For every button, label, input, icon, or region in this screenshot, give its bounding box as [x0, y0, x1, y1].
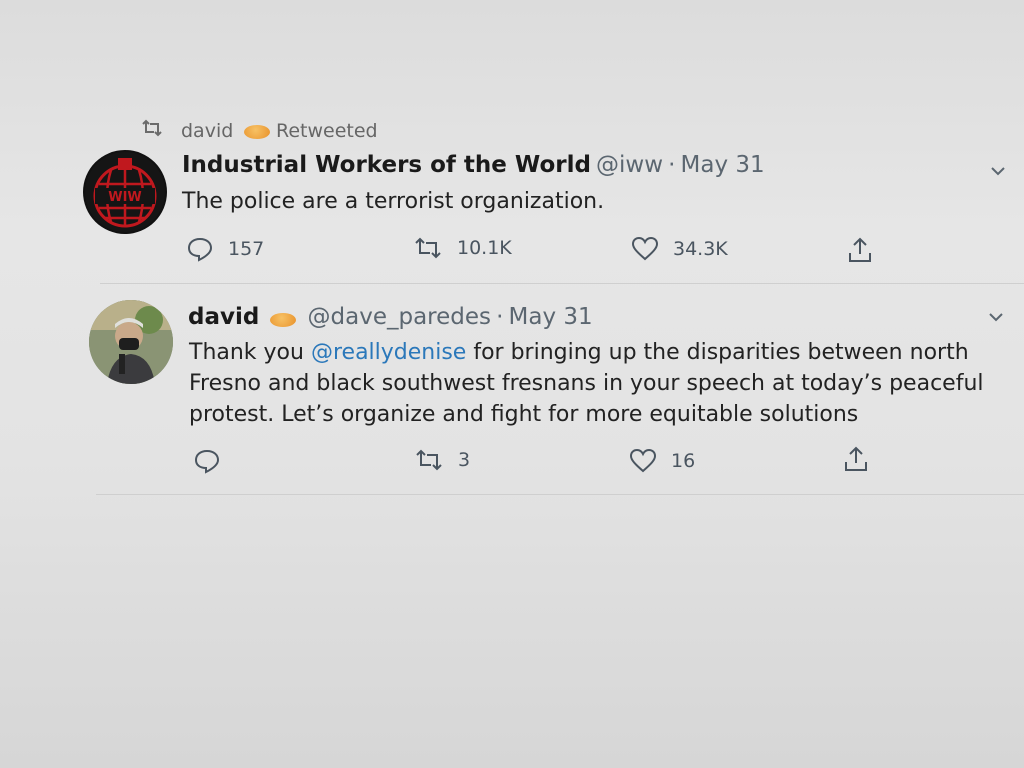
- heart-icon: [631, 236, 659, 261]
- reply-count: 157: [228, 238, 265, 260]
- svg-text:WIW: WIW: [108, 190, 142, 205]
- tweet-header: Industrial Workers of the World @iww · M…: [182, 152, 765, 178]
- chevron-down-icon[interactable]: [989, 312, 1003, 322]
- tweet-text: The police are a terrorist organization.: [182, 189, 605, 214]
- text-segment: for bringing up the disparities between …: [466, 340, 969, 365]
- heart-icon: [629, 448, 657, 473]
- share-button[interactable]: [842, 445, 870, 473]
- retweet-icon: [415, 237, 441, 259]
- author-name[interactable]: Industrial Workers of the World: [182, 152, 591, 178]
- tweet-date[interactable]: May 31: [681, 152, 765, 178]
- reply-button[interactable]: 157: [186, 236, 264, 262]
- retweet-button[interactable]: 10.1K: [413, 236, 512, 260]
- tweet-text: Thank you @reallydenise for bringing up …: [189, 337, 984, 430]
- retweeted-label: Retweeted: [276, 120, 378, 142]
- mention-link[interactable]: @reallydenise: [311, 340, 466, 365]
- like-count: 34.3K: [673, 238, 728, 260]
- chevron-down-icon[interactable]: [991, 166, 1005, 176]
- emoji-badge-icon: [244, 125, 270, 139]
- reply-icon: [187, 237, 213, 262]
- share-button[interactable]: [846, 236, 874, 264]
- separator-dot: ·: [496, 304, 504, 330]
- retweet-icon: [416, 449, 442, 471]
- retweet-count: 10.1K: [457, 237, 512, 259]
- share-icon: [849, 237, 871, 262]
- reply-icon: [194, 449, 220, 474]
- text-segment: Thank you: [189, 340, 311, 365]
- like-count: 16: [671, 450, 696, 472]
- retweet-count: 3: [458, 449, 471, 471]
- text-line: protest. Let’s organize and fight for mo…: [189, 402, 859, 427]
- separator-dot: ·: [668, 152, 676, 178]
- david-avatar[interactable]: [89, 300, 173, 384]
- author-handle[interactable]: @dave_paredes: [308, 304, 491, 330]
- like-button[interactable]: 16: [629, 448, 695, 474]
- reply-button[interactable]: [193, 448, 235, 474]
- emoji-badge-icon: [270, 312, 297, 327]
- tweet-divider: [100, 283, 1024, 284]
- retweeter-name[interactable]: david: [181, 120, 233, 142]
- timeline: david Retweeted WIW Industrial Workers o…: [0, 0, 1024, 768]
- author-handle[interactable]: @iww: [596, 152, 663, 178]
- tweet-divider: [96, 494, 1024, 495]
- retweet-button[interactable]: 3: [414, 448, 470, 472]
- share-icon: [845, 446, 867, 471]
- tweet-date[interactable]: May 31: [509, 304, 593, 330]
- author-name[interactable]: david: [188, 304, 259, 330]
- text-line: Fresno and black southwest fresnans in y…: [189, 371, 984, 396]
- retweet-icon: [142, 119, 162, 137]
- tweet-header: david @dave_paredes · May 31: [188, 304, 593, 330]
- like-button[interactable]: 34.3K: [631, 236, 728, 262]
- iww-avatar[interactable]: WIW: [83, 150, 167, 234]
